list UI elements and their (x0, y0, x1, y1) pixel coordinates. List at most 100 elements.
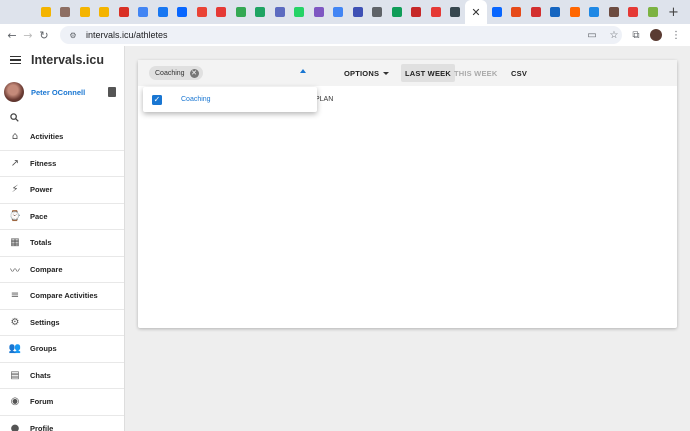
browser-tab[interactable] (36, 0, 56, 24)
browser-tab[interactable] (368, 0, 388, 24)
sidebar-item-chats[interactable]: ▤ Chats (0, 363, 124, 389)
sidebar-item-fitness[interactable]: ↗ Fitness (0, 151, 124, 177)
cast-icon[interactable]: ▭ (584, 27, 600, 43)
browser-tab[interactable] (309, 0, 329, 24)
caret-down-icon (383, 71, 390, 75)
url-text[interactable]: intervals.icu/athletes (86, 30, 168, 40)
menu-kebab-icon[interactable]: ⋮ (668, 27, 684, 43)
select-arrow-up-icon[interactable] (300, 69, 306, 73)
new-tab-button[interactable]: + (663, 0, 685, 24)
yc-icon (569, 7, 580, 17)
browser-tab[interactable] (251, 0, 271, 24)
browser-tab[interactable] (604, 0, 624, 24)
browser-tab[interactable] (95, 0, 115, 24)
sidebar-search[interactable] (0, 110, 124, 124)
filter-chip[interactable]: Coaching ✕ (149, 66, 203, 80)
extension-icon (647, 7, 658, 17)
sidebar-item-compare[interactable]: 〰 Compare (0, 257, 124, 283)
browser-tab[interactable] (585, 0, 605, 24)
document-icon[interactable] (108, 87, 116, 97)
back-icon[interactable]: ← (4, 24, 20, 46)
intervals-icon (450, 7, 461, 17)
browser-tab[interactable] (173, 0, 193, 24)
user-row[interactable]: Peter OConnell (0, 74, 124, 110)
profile-avatar[interactable] (650, 29, 662, 41)
compare-chart-icon: 〰 (10, 265, 20, 277)
app-header: Intervals.icu (0, 46, 124, 74)
purple-app-icon (274, 7, 285, 17)
browser-tab[interactable] (348, 0, 368, 24)
browser-tab[interactable] (192, 0, 212, 24)
pulse-icon (216, 7, 227, 17)
sidebar: Intervals.icu Peter OConnell ⌂ Activities… (0, 46, 125, 431)
s-app-icon (313, 7, 324, 17)
drive-icon (255, 7, 266, 17)
sidebar-item-label: Compare (30, 264, 63, 274)
sidebar-item-activities[interactable]: ⌂ Activities (0, 124, 124, 151)
calendar-icon: ▦ (10, 237, 20, 249)
forward-icon[interactable]: → (20, 24, 36, 46)
browser-tab[interactable] (134, 0, 154, 24)
forum-icon: ◉ (10, 396, 20, 408)
sidebar-item-forum[interactable]: ◉ Forum (0, 389, 124, 416)
browser-tab[interactable] (387, 0, 407, 24)
browser-tab[interactable] (526, 0, 546, 24)
browser-tab[interactable] (624, 0, 644, 24)
extensions-icon[interactable]: ⧉ (628, 27, 644, 43)
browser-tab[interactable] (212, 0, 232, 24)
sidebar-item-compare-activities[interactable]: ≡ Compare Activities (0, 283, 124, 310)
dropdown-item-coaching[interactable]: Coaching (181, 96, 211, 103)
sidebar-item-label: Compare Activities (30, 291, 98, 301)
sparkle-icon (333, 7, 344, 17)
sidebar-item-groups[interactable]: 👥 Groups (0, 336, 124, 363)
search-icon[interactable] (10, 112, 19, 122)
drive-icon (40, 7, 51, 17)
this-week-button[interactable]: THIS WEEK (450, 64, 501, 82)
address-bar[interactable]: ⚙ intervals.icu/athletes (60, 26, 622, 44)
browser-tab[interactable] (114, 0, 134, 24)
browser-tab[interactable] (56, 0, 76, 24)
red-app-icon (118, 7, 129, 17)
browser-tab[interactable] (270, 0, 290, 24)
sidebar-item-pace[interactable]: ⌚ Pace (0, 204, 124, 230)
user-avatar[interactable] (4, 82, 24, 102)
chat-icon: ▤ (10, 369, 20, 381)
app-title: Intervals.icu (31, 53, 104, 67)
sidebar-item-label: Pace (30, 211, 48, 221)
browser-tab[interactable] (446, 0, 466, 24)
browser-tab[interactable] (546, 0, 566, 24)
sidebar-item-power[interactable]: ⚡ Power (0, 177, 124, 204)
browser-tab[interactable] (231, 0, 251, 24)
csv-button[interactable]: CSV (507, 64, 531, 82)
browser-tab[interactable] (565, 0, 585, 24)
sidebar-item-label: Profile (30, 423, 54, 431)
bookmark-star-icon[interactable]: ☆ (606, 27, 622, 43)
toolbar-right: ▭ ☆ ⧉ ⋮ (584, 24, 690, 46)
browser-tab[interactable] (75, 0, 95, 24)
browser-tab[interactable] (643, 0, 663, 24)
hamburger-menu-icon[interactable] (10, 55, 21, 65)
options-button[interactable]: OPTIONS (340, 64, 393, 82)
browser-tab[interactable] (507, 0, 527, 24)
last-week-button[interactable]: LAST WEEK (401, 64, 455, 82)
close-icon[interactable]: ✕ (471, 6, 480, 19)
chip-clear-icon[interactable]: ✕ (189, 68, 199, 78)
app-root: Intervals.icu Peter OConnell ⌂ Activities… (0, 46, 690, 431)
drive-icon (79, 7, 90, 17)
coaching-checkbox[interactable]: ✓ (152, 94, 162, 105)
browser-tab[interactable] (407, 0, 427, 24)
sidebar-item-settings[interactable]: ⚙ Settings (0, 310, 124, 336)
browser-tab[interactable] (290, 0, 310, 24)
browser-tab[interactable] (487, 0, 507, 24)
sidebar-item-label: Forum (30, 397, 54, 407)
active-tab[interactable]: ✕ (465, 0, 487, 24)
reload-icon[interactable]: ↻ (36, 24, 52, 46)
site-settings-icon[interactable]: ⚙ (68, 27, 78, 43)
sidebar-item-profile[interactable]: ● Profile (0, 416, 124, 431)
browser-tab[interactable] (329, 0, 349, 24)
watch-icon: ⌚ (8, 210, 22, 222)
browser-tab[interactable] (153, 0, 173, 24)
sidebar-item-totals[interactable]: ▦ Totals (0, 230, 124, 257)
user-name-link[interactable]: Peter OConnell (31, 88, 85, 97)
browser-tab[interactable] (426, 0, 446, 24)
